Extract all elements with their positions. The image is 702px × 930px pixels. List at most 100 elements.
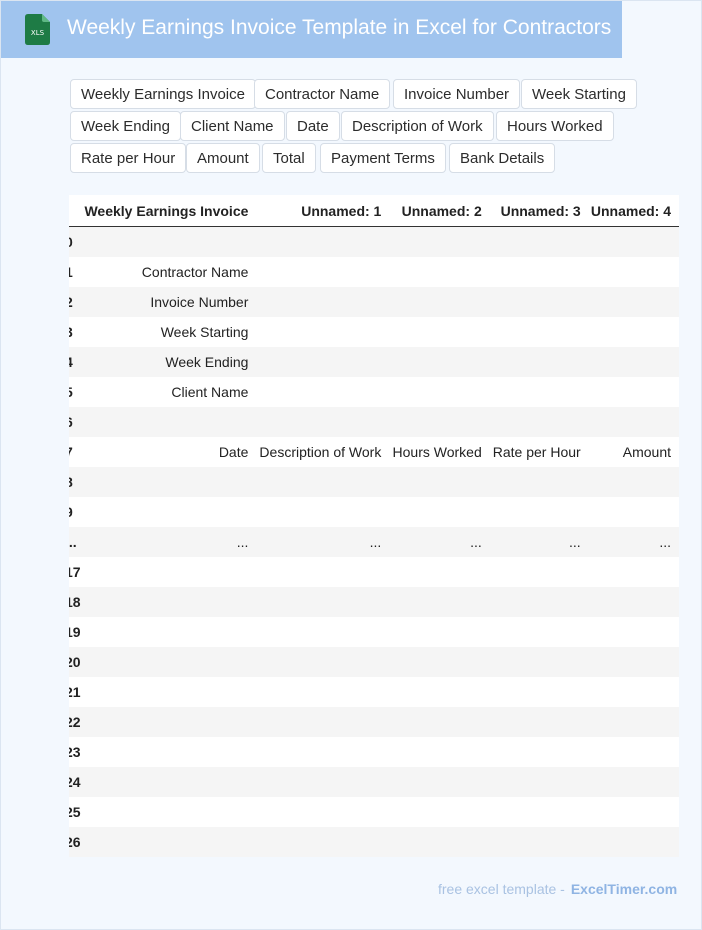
spreadsheet-preview: Weekly Earnings Invoice Unnamed: 1 Unnam… — [69, 195, 679, 857]
table-row: 21 — [69, 677, 679, 707]
table-cell — [489, 647, 589, 677]
row-index: 25 — [69, 797, 81, 827]
table-row: 20 — [69, 647, 679, 677]
row-index: 1 — [69, 257, 81, 287]
row-index-label: ... — [69, 534, 77, 550]
table-cell: ... — [389, 527, 490, 557]
table-cell — [256, 767, 390, 797]
row-index-label: 19 — [69, 624, 81, 640]
table-cell — [489, 287, 589, 317]
table-row: 6 — [69, 407, 679, 437]
table-cell: Hours Worked — [389, 437, 490, 467]
table-cell — [256, 617, 390, 647]
keyword-tag[interactable]: Rate per Hour — [70, 143, 187, 173]
table-cell — [80, 767, 257, 797]
table-cell — [588, 497, 679, 527]
table-cell — [489, 797, 589, 827]
row-index: 2 — [69, 287, 81, 317]
table-cell — [256, 347, 390, 377]
table-row: .................. — [69, 527, 679, 557]
table-cell — [588, 226, 679, 257]
table-cell — [389, 347, 490, 377]
table-cell — [256, 287, 390, 317]
table-cell — [256, 587, 390, 617]
table-cell — [256, 377, 390, 407]
table-cell — [256, 647, 390, 677]
row-index-label: 25 — [69, 804, 81, 820]
column-header: Weekly Earnings Invoice — [80, 195, 257, 227]
keyword-tag[interactable]: Total — [262, 143, 316, 173]
row-index-label: 9 — [69, 504, 73, 520]
table-cell — [80, 617, 257, 647]
row-index: 17 — [69, 557, 81, 587]
keyword-tag[interactable]: Hours Worked — [496, 111, 614, 141]
row-index-label: 18 — [69, 594, 81, 610]
table-cell — [80, 647, 257, 677]
table-cell — [256, 557, 390, 587]
table-row: 3 Week Starting — [69, 317, 679, 347]
keyword-tag[interactable]: Payment Terms — [320, 143, 446, 173]
table-cell — [389, 767, 490, 797]
row-index: 20 — [69, 647, 81, 677]
footer-brand-link[interactable]: ExcelTimer.com — [571, 881, 677, 897]
keyword-tag[interactable]: Week Ending — [70, 111, 181, 141]
keyword-tag[interactable]: Contractor Name — [254, 79, 391, 109]
table-cell — [489, 257, 589, 287]
keyword-tag[interactable]: Invoice Number — [393, 79, 521, 109]
table-cell — [389, 557, 490, 587]
table-cell — [489, 767, 589, 797]
table-cell — [389, 377, 490, 407]
table-cell — [256, 737, 390, 767]
table-cell — [389, 317, 490, 347]
table-cell — [389, 797, 490, 827]
table-cell — [489, 226, 589, 257]
table-cell — [389, 287, 490, 317]
table-row: 24 — [69, 767, 679, 797]
table-row: 2 Invoice Number — [69, 287, 679, 317]
keyword-tag[interactable]: Bank Details — [449, 143, 556, 173]
table-cell — [489, 467, 589, 497]
table-cell — [489, 557, 589, 587]
table-cell — [588, 767, 679, 797]
table-row: 4 Week Ending — [69, 347, 679, 377]
table-cell — [389, 827, 490, 857]
row-index: 9 — [69, 497, 81, 527]
table-cell — [489, 617, 589, 647]
keyword-tag[interactable]: Week Starting — [521, 79, 637, 109]
keyword-tag[interactable]: Client Name — [180, 111, 285, 141]
keyword-tag[interactable]: Amount — [186, 143, 260, 173]
table-cell — [489, 677, 589, 707]
table-cell — [489, 317, 589, 347]
row-index-label: 26 — [69, 834, 81, 850]
keyword-tag[interactable]: Date — [286, 111, 340, 141]
table-cell: Contractor Name — [80, 257, 257, 287]
row-index-label: 1 — [69, 264, 73, 280]
row-index-label: 24 — [69, 774, 81, 790]
row-index: 8 — [69, 467, 81, 497]
keyword-tag[interactable]: Description of Work — [341, 111, 494, 141]
table-cell: Description of Work — [256, 437, 390, 467]
row-index-label: 23 — [69, 744, 81, 760]
table-row: 7 DateDescription of WorkHours WorkedRate… — [69, 437, 679, 467]
table-row: 1 Contractor Name — [69, 257, 679, 287]
table-cell: Invoice Number — [80, 287, 257, 317]
table-cell — [489, 407, 589, 437]
table-cell — [489, 827, 589, 857]
title-banner: XLS Weekly Earnings Invoice Template in … — [1, 1, 622, 58]
row-index-label: 5 — [69, 384, 73, 400]
table-cell — [489, 377, 589, 407]
table-row: 5 Client Name — [69, 377, 679, 407]
table-cell — [256, 226, 390, 257]
table-cell: Date — [80, 437, 257, 467]
table-row: 18 — [69, 587, 679, 617]
table-cell — [489, 347, 589, 377]
column-header: Unnamed: 1 — [256, 195, 390, 227]
table-cell — [588, 467, 679, 497]
keyword-tag[interactable]: Weekly Earnings Invoice — [70, 79, 256, 109]
table-cell — [588, 737, 679, 767]
table-cell — [256, 797, 390, 827]
table-cell — [80, 467, 257, 497]
table-row: 8 — [69, 467, 679, 497]
table-cell — [588, 797, 679, 827]
data-table: Weekly Earnings Invoice Unnamed: 1 Unnam… — [69, 195, 679, 857]
